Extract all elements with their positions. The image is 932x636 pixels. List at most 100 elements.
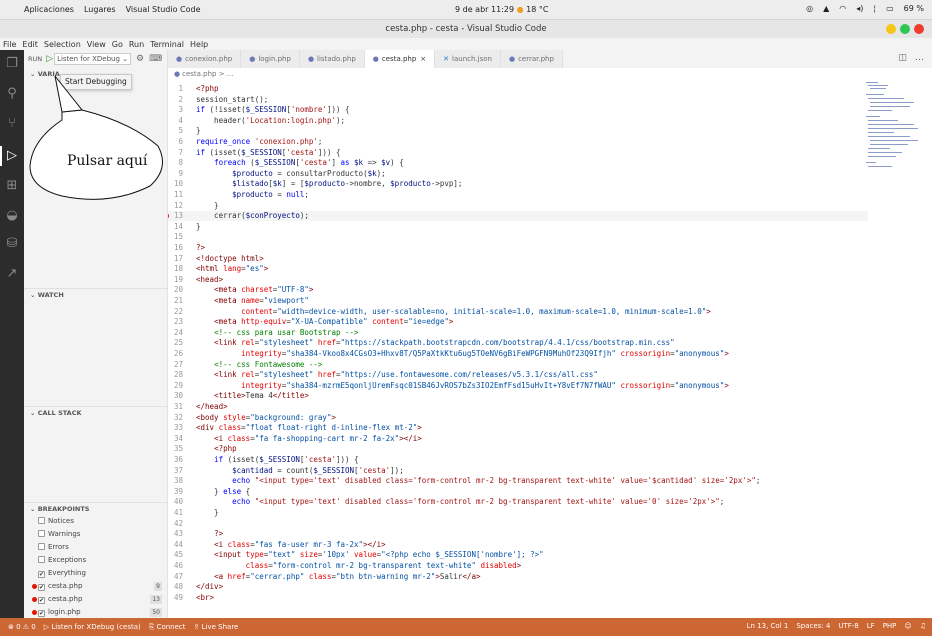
connect-status[interactable]: ⎘ Connect	[149, 623, 186, 632]
close-button[interactable]	[914, 24, 924, 34]
code-text[interactable]: <?php	[196, 444, 237, 454]
code-line[interactable]: 27 <!-- css Fontawesome -->	[168, 360, 868, 370]
circle-icon[interactable]: ◎	[806, 4, 813, 13]
tab-login[interactable]: ● login.php	[241, 50, 300, 68]
code-text[interactable]: $listado[$k] = [$producto->nombre, $prod…	[196, 179, 462, 189]
split-editor-icon[interactable]: ◫	[898, 53, 907, 63]
menu-terminal[interactable]: Terminal	[150, 40, 184, 49]
code-line[interactable]: 35 <?php	[168, 444, 868, 454]
code-text[interactable]: echo "<input type='text' disabled class=…	[196, 497, 724, 507]
code-line[interactable]: 32 <body style="background: gray">	[168, 413, 868, 423]
start-debugging-button[interactable]: ▷	[46, 54, 53, 64]
code-line[interactable]: 40 echo "<input type='text' disabled cla…	[168, 497, 868, 507]
code-text[interactable]: <div class="float float-right d-inline-f…	[196, 423, 422, 433]
code-text[interactable]: <link rel="stylesheet" href="https://use…	[196, 370, 598, 380]
code-text[interactable]: <body style="background: gray">	[196, 413, 336, 423]
minimap[interactable]	[866, 80, 926, 180]
code-line[interactable]: 16 ?>	[168, 243, 868, 253]
checkbox[interactable]	[38, 530, 45, 537]
tab-cerrar[interactable]: ● cerrar.php	[500, 50, 563, 68]
code-line[interactable]: 22 content="width=device-width, user-sca…	[168, 307, 868, 317]
code-line[interactable]: 12 }	[168, 201, 868, 211]
code-line[interactable]: 30 <title>Tema 4</title>	[168, 391, 868, 401]
breakpoint-exceptions[interactable]: Exceptions	[24, 555, 168, 566]
code-text[interactable]: if (isset($_SESSION['cesta'])) {	[196, 148, 341, 158]
checkbox-checked[interactable]: ✔	[38, 584, 45, 591]
code-text[interactable]: <html lang="es">	[196, 264, 268, 274]
tab-cesta[interactable]: ● cesta.php ×	[364, 50, 436, 68]
breakpoint-notices[interactable]: Notices	[24, 516, 168, 527]
code-line[interactable]: 41 }	[168, 508, 868, 518]
code-text[interactable]: header('Location:login.php');	[196, 116, 345, 126]
applications-menu[interactable]: Aplicaciones	[24, 5, 74, 14]
mic-icon[interactable]: ¦	[873, 4, 876, 13]
debug-console-icon[interactable]: ⌨	[149, 54, 162, 64]
code-text[interactable]: $producto = consultarProducto($k);	[196, 169, 386, 179]
code-line[interactable]: 38 echo "<input type='text' disabled cla…	[168, 476, 868, 486]
code-line[interactable]: 45 <input type="text" size='10px' value=…	[168, 550, 868, 560]
menu-go[interactable]: Go	[112, 40, 123, 49]
code-text[interactable]: cerrar($conProyecto);	[196, 211, 309, 221]
code-line[interactable]: 21 <meta name="viewport"	[168, 296, 868, 306]
watch-section-header[interactable]: ⌄ WATCH	[24, 288, 168, 300]
minimize-button[interactable]	[886, 24, 896, 34]
code-text[interactable]: }	[196, 201, 219, 211]
tab-launch-json[interactable]: ✕ launch.json	[435, 50, 501, 68]
code-text[interactable]: echo "<input type='text' disabled class=…	[196, 476, 760, 486]
code-line[interactable]: 43 ?>	[168, 529, 868, 539]
code-line[interactable]: 5}	[168, 126, 868, 136]
code-line[interactable]: 23 <meta http-equiv="X-UA-Compatible" co…	[168, 317, 868, 327]
debug-config-select[interactable]: Listen for XDebug ⌄	[54, 53, 132, 65]
callstack-section-header[interactable]: ⌄ CALL STACK	[24, 406, 168, 418]
code-text[interactable]: <i class="fas fa-user mr-3 fa-2x"></i>	[196, 540, 386, 550]
breakpoint-warnings[interactable]: Warnings	[24, 529, 168, 540]
problems-indicator[interactable]: ⊗ 0 ⚠ 0	[8, 623, 36, 631]
code-text[interactable]: <input type="text" size='10px' value="<?…	[196, 550, 544, 560]
code-line[interactable]: 9 $producto = consultarProducto($k);	[168, 169, 868, 179]
docker-icon[interactable]: ◒	[4, 208, 20, 224]
code-text[interactable]: <meta http-equiv="X-UA-Compatible" conte…	[196, 317, 453, 327]
code-line[interactable]: 48 </div>	[168, 582, 868, 592]
menu-help[interactable]: Help	[190, 40, 208, 49]
code-text[interactable]: } else {	[196, 487, 250, 497]
code-text[interactable]: ?>	[196, 243, 205, 253]
bell-icon[interactable]: ♫	[920, 622, 926, 630]
code-line[interactable]: 31 </head>	[168, 402, 868, 412]
menu-run[interactable]: Run	[129, 40, 144, 49]
code-line[interactable]: 44 <i class="fas fa-user mr-3 fa-2x"></i…	[168, 540, 868, 550]
code-text[interactable]: require_once 'conexion.php';	[196, 137, 322, 147]
code-line[interactable]: 7 if (isset($_SESSION['cesta'])) {	[168, 148, 868, 158]
code-text[interactable]: content="width=device-width, user-scalab…	[196, 307, 711, 317]
code-line[interactable]: 8 foreach ($_SESSION['cesta'] as $k => $…	[168, 158, 868, 168]
code-line[interactable]: 34 <i class="fa fa-shopping-cart mr-2 fa…	[168, 434, 868, 444]
search-icon[interactable]: ⚲	[4, 86, 20, 102]
code-text[interactable]: <head>	[196, 275, 223, 285]
code-line[interactable]: 14}	[168, 222, 868, 232]
volume-icon[interactable]: ◂)	[856, 4, 863, 13]
end-of-line[interactable]: LF	[867, 622, 875, 630]
code-line[interactable]: 18 <html lang="es">	[168, 264, 868, 274]
code-text[interactable]: integrity="sha384-mzrmE5qonljUremFsqc01S…	[196, 381, 729, 391]
code-text[interactable]: integrity="sha384-Vkoo8x4CGsO3+Hhxv8T/Q5…	[196, 349, 729, 359]
checkbox-checked[interactable]: ✔	[38, 610, 45, 617]
extensions-icon[interactable]: ⊞	[4, 178, 20, 194]
database-icon[interactable]: ⛁	[4, 236, 20, 252]
code-text[interactable]: $cantidad = count($_SESSION['cesta']);	[196, 466, 404, 476]
code-text[interactable]: <link rel="stylesheet" href="https://sta…	[196, 338, 675, 348]
code-line[interactable]: 46 class="form-control mr-2 bg-transpare…	[168, 561, 868, 571]
maximize-button[interactable]	[900, 24, 910, 34]
code-line[interactable]: 25 <link rel="stylesheet" href="https://…	[168, 338, 868, 348]
code-line[interactable]: 1 <?php	[168, 84, 868, 94]
checkbox-checked[interactable]: ✔	[38, 597, 45, 604]
checkbox[interactable]	[38, 517, 45, 524]
live-share-status[interactable]: ⇪ Live Share	[194, 623, 239, 631]
tab-listado[interactable]: ● listado.php	[299, 50, 365, 68]
more-actions-icon[interactable]: …	[915, 53, 924, 63]
active-app-label[interactable]: Visual Studio Code	[126, 5, 201, 14]
code-line[interactable]: 49 <br>	[168, 593, 868, 603]
code-text[interactable]: if (!isset($_SESSION['nombre'])) {	[196, 105, 350, 115]
breakpoint-cesta-9[interactable]: ✔ cesta.php 9	[24, 581, 168, 592]
tab-conexion[interactable]: ● conexion.php	[168, 50, 242, 68]
menu-view[interactable]: View	[87, 40, 106, 49]
code-text[interactable]: <meta name="viewport"	[196, 296, 309, 306]
